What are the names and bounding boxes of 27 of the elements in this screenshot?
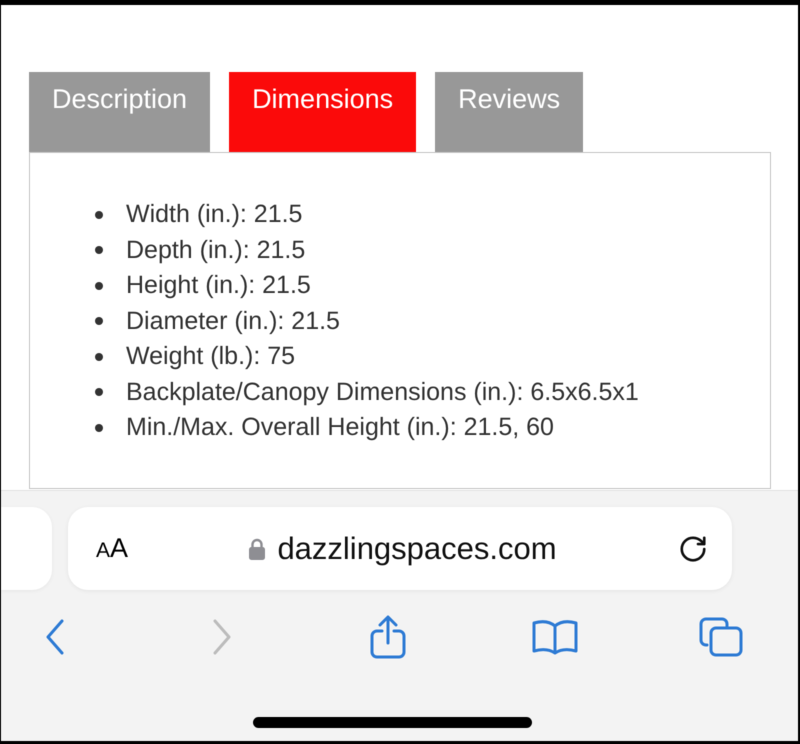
text-size-button[interactable]: AA <box>96 535 128 562</box>
share-icon <box>370 615 406 659</box>
spec-item: Width (in.): 21.5 <box>126 199 302 230</box>
tab[interactable]: Description <box>29 72 210 152</box>
address-bar[interactable]: AA dazzlingspaces.com <box>68 507 732 590</box>
bullet-icon <box>95 424 103 432</box>
bullet-icon <box>95 388 103 396</box>
spec-item: Height (in.): 21.5 <box>126 270 311 301</box>
bullet-icon <box>95 246 103 254</box>
bullet-icon <box>95 352 103 361</box>
chevron-left-icon <box>45 619 65 655</box>
bullet-icon <box>95 210 103 219</box>
book-icon <box>532 619 578 655</box>
bullet-icon <box>95 317 103 326</box>
tabs-icon <box>699 617 743 657</box>
url-text: dazzlingspaces.com <box>277 530 557 568</box>
tab[interactable]: Dimensions <box>229 72 416 152</box>
spec-item: Min./Max. Overall Height (in.): 21.5, 60 <box>126 412 554 443</box>
spec-item: Weight (lb.): 75 <box>126 341 296 372</box>
tab[interactable]: Reviews <box>435 72 584 152</box>
spec-item: Diameter (in.): 21.5 <box>126 306 340 336</box>
reload-icon <box>678 534 708 564</box>
chevron-right-icon <box>212 619 232 655</box>
spec-item: Depth (in.): 21.5 <box>126 234 306 266</box>
bullet-icon <box>95 282 103 290</box>
reload-button[interactable] <box>678 534 708 564</box>
spec-item: Backplate/Canopy Dimensions (in.): 6.5x6.5x1 <box>126 376 639 408</box>
